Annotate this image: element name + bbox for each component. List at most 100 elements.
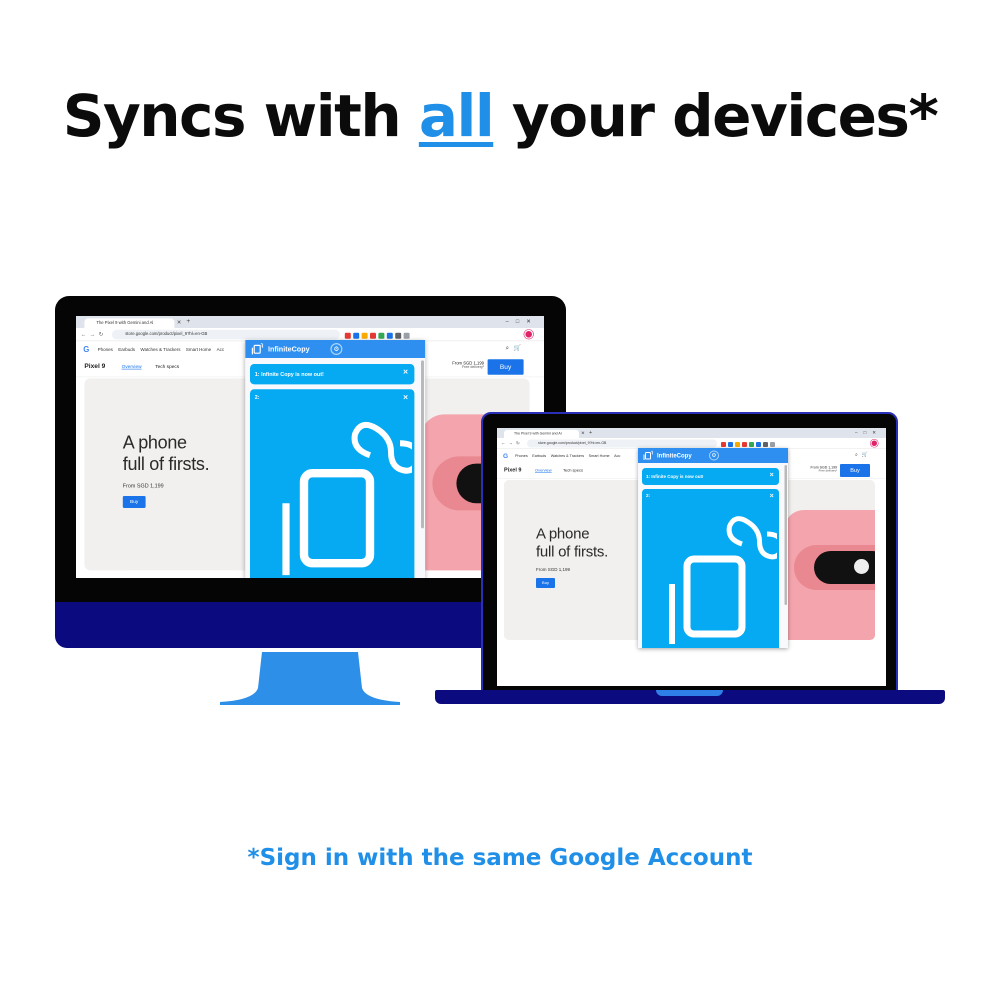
popup-scrollbar[interactable]	[421, 360, 424, 529]
nav-item[interactable]: Watches & Trackers	[140, 347, 180, 352]
clipboard-item[interactable]: 1: Infinite Copy is now out! ✕	[642, 468, 779, 485]
browser-tab[interactable]: The Pixel 9 with Gemini and Al	[504, 430, 579, 438]
hero-buy-button[interactable]: Buy	[536, 578, 555, 588]
infinitecopy-large-logo-icon	[669, 516, 777, 644]
new-tab-icon[interactable]: +	[589, 430, 592, 436]
url-input[interactable]: store.google.com/product/pixel_9?hl=en-G…	[527, 439, 717, 448]
headline-pre: Syncs with	[62, 82, 419, 150]
clipboard-item[interactable]: 1: Infinite Copy is now out! ✕	[250, 364, 415, 385]
extension-icon[interactable]	[728, 442, 733, 447]
browser-window: The Pixel 9 with Gemini and Al ✕ + –□✕ ←…	[76, 316, 544, 578]
close-icon[interactable]: ✕	[769, 493, 774, 499]
close-icon[interactable]: ✕	[403, 368, 409, 376]
browser-tab[interactable]: The Pixel 9 with Gemini and Al	[84, 318, 175, 328]
infinitecopy-logo-icon	[251, 343, 264, 355]
google-logo-icon[interactable]: G	[503, 452, 508, 460]
profile-avatar[interactable]	[524, 329, 534, 339]
extension-icon[interactable]	[403, 332, 410, 339]
extension-icon[interactable]	[378, 332, 385, 339]
new-tab-icon[interactable]: +	[186, 318, 190, 325]
profile-avatar[interactable]	[870, 439, 878, 447]
hero-title: A phone full of firsts.	[536, 525, 608, 561]
hero-line1: A phone	[536, 525, 590, 543]
nav-item[interactable]: Acc	[614, 454, 620, 459]
monitor-screen: The Pixel 9 with Gemini and Al ✕ + –□✕ ←…	[76, 316, 544, 578]
store-nav-items: Phones Earbuds Watches & Trackers Smart Hom…	[515, 454, 625, 459]
laptop-lid: The Pixel 9 with Gemini and Al ✕ + –□✕ ←…	[481, 412, 898, 692]
nav-item[interactable]: Acc	[217, 347, 225, 352]
hero-line2: full of firsts.	[122, 454, 210, 475]
clipboard-item[interactable]: 2: ✕	[642, 489, 779, 648]
tab-bar: The Pixel 9 with Gemini and Al ✕ + –□✕	[76, 316, 544, 328]
clipboard-item-text: 1: Infinite Copy is now out!	[646, 474, 704, 479]
nav-item[interactable]: Phones	[98, 347, 113, 352]
extension-icon[interactable]	[735, 442, 740, 447]
hero-buy-button[interactable]: Buy	[122, 496, 146, 508]
extension-icon[interactable]	[370, 332, 376, 339]
popup-scrollbar[interactable]	[784, 465, 787, 605]
extension-icon[interactable]	[395, 332, 402, 339]
nav-item[interactable]: Watches & Trackers	[551, 454, 584, 459]
clipboard-item[interactable]: 2: ✕	[250, 389, 415, 578]
headline-post: your devices*	[493, 82, 939, 150]
tab-bar: The Pixel 9 with Gemini and Al ✕ + –□✕	[497, 428, 886, 438]
hero-price: From SGD 1,199	[536, 567, 571, 572]
url-input[interactable]: store.google.com/product/pixel_9?hl=en-G…	[112, 329, 340, 340]
laptop-screen: The Pixel 9 with Gemini and Al ✕ + –□✕ ←…	[497, 428, 886, 686]
price-block: From SGD 1,199 Free delivery¹	[811, 466, 837, 473]
extension-icon[interactable]	[721, 442, 726, 447]
extension-icon[interactable]	[361, 332, 368, 339]
extension-icon[interactable]	[344, 332, 351, 339]
extension-icon[interactable]	[763, 442, 768, 447]
close-icon[interactable]: ✕	[769, 472, 774, 478]
search-cart-icons[interactable]: ⌕🛒	[506, 345, 526, 352]
window-controls[interactable]: –□✕	[506, 318, 538, 325]
hero-line2: full of firsts.	[536, 543, 609, 561]
close-tab-icon[interactable]: ✕	[177, 319, 182, 326]
settings-gear-icon[interactable]: ⚙	[709, 450, 719, 461]
buy-button[interactable]: Buy	[487, 359, 524, 375]
hero-line1: A phone	[122, 433, 187, 453]
laptop-notch	[656, 690, 723, 696]
buy-button[interactable]: Buy	[840, 464, 870, 477]
nav-item[interactable]: Smart Home	[589, 454, 610, 459]
nav-item[interactable]: Phones	[515, 454, 528, 459]
tab-tech-specs[interactable]: Tech specs	[563, 468, 583, 473]
search-cart-icons[interactable]: ⌕🛒	[855, 452, 872, 458]
window-controls[interactable]: –□✕	[855, 430, 882, 436]
nav-item[interactable]: Earbuds	[532, 454, 546, 459]
price-block: From SGD 1,199 Free delivery¹	[452, 362, 484, 370]
nav-buttons[interactable]: ←→↻	[501, 441, 523, 447]
popup-title: InfiniteCopy	[268, 344, 310, 354]
headline-highlight: all	[418, 82, 495, 150]
google-logo-icon[interactable]: G	[83, 345, 89, 354]
extension-icon[interactable]	[749, 442, 754, 447]
store-nav-items: Phones Earbuds Watches & Trackers Smart Hom…	[98, 347, 230, 352]
clipboard-item-text: 2:	[646, 493, 651, 498]
extension-icon[interactable]	[756, 442, 761, 447]
delivery-text: Free delivery¹	[461, 365, 485, 370]
infinitecopy-popup: InfiniteCopy ⚙ 1: Infinite Copy is now o…	[638, 448, 788, 648]
nav-item[interactable]: Smart Home	[186, 347, 211, 352]
monitor-stand	[220, 652, 400, 705]
infinitecopy-large-logo-icon	[282, 421, 412, 576]
browser-window: The Pixel 9 with Gemini and Al ✕ + –□✕ ←…	[497, 428, 886, 648]
nav-item[interactable]: Earbuds	[118, 347, 135, 352]
extension-icon[interactable]	[742, 442, 747, 447]
hero-price: From SGD 1,199	[122, 482, 164, 489]
extension-icon[interactable]	[353, 332, 360, 339]
extension-icon[interactable]	[386, 332, 393, 339]
nav-buttons[interactable]: ←→↻	[81, 331, 107, 338]
infinitecopy-popup: InfiniteCopy ⚙ 1: Infinite Copy is now o…	[245, 340, 426, 578]
tab-tech-specs[interactable]: Tech specs	[155, 364, 179, 369]
extension-icon[interactable]	[770, 442, 775, 447]
close-icon[interactable]: ✕	[403, 393, 409, 401]
laptop: The Pixel 9 with Gemini and Al ✕ + –□✕ ←…	[435, 412, 945, 706]
extension-icons[interactable]	[721, 441, 777, 447]
extension-icons[interactable]	[344, 331, 412, 339]
settings-gear-icon[interactable]: ⚙	[330, 343, 343, 355]
close-tab-icon[interactable]: ✕	[581, 431, 585, 437]
delivery-text: Free delivery¹	[818, 469, 837, 473]
tab-overview[interactable]: Overview	[122, 364, 142, 369]
tab-overview[interactable]: Overview	[535, 468, 552, 473]
